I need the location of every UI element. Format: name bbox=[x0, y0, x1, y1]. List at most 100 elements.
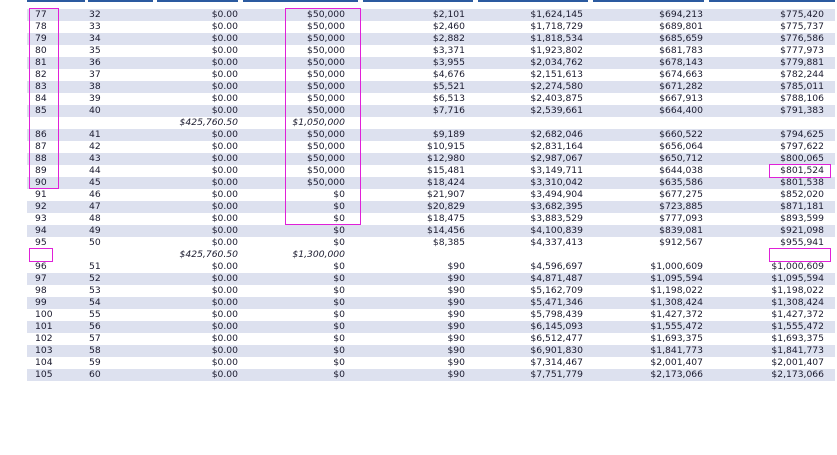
cell-c8: $1,427,372 bbox=[771, 309, 824, 320]
cell-c8: $2,001,407 bbox=[771, 357, 824, 368]
cell-c8: $776,586 bbox=[780, 33, 824, 44]
cell-age: 105 bbox=[35, 369, 53, 380]
cell-c3: $0.00 bbox=[211, 105, 238, 116]
table-row: 86 41 $0.00 $50,000 $9,189 $2,682,046 $660,522… bbox=[27, 129, 835, 141]
cell-c6: $5,471,346 bbox=[530, 297, 583, 308]
cell-c7: $1,095,594 bbox=[650, 273, 703, 284]
table-row: 89 44 $0.00 $50,000 $15,481 $3,149,711 $644,03… bbox=[27, 165, 835, 177]
table-row: 101 56 $0.00 $0 $90 $6,145,093 $1,555,472 $1,55… bbox=[27, 321, 835, 333]
table-row: 93 48 $0.00 $0 $18,475 $3,883,529 $777,093 $893… bbox=[27, 213, 835, 225]
cell-c5: $2,101 bbox=[432, 9, 465, 20]
cell-age: 90 bbox=[35, 177, 47, 188]
cell-c3: $0.00 bbox=[211, 309, 238, 320]
cell-age: 83 bbox=[35, 81, 47, 92]
cell-age: 89 bbox=[35, 165, 47, 176]
cell-c8: $800,065 bbox=[780, 153, 824, 164]
cell-c6: $6,145,093 bbox=[530, 321, 583, 332]
table-row: 96 51 $0.00 $0 $90 $4,596,697 $1,000,609 $1,000… bbox=[27, 261, 835, 273]
table-row: 99 54 $0.00 $0 $90 $5,471,346 $1,308,424 $1,308… bbox=[27, 297, 835, 309]
cell-year: 50 bbox=[89, 237, 101, 248]
cell-c5: $90 bbox=[447, 309, 465, 320]
cell-age: 88 bbox=[35, 153, 47, 164]
cell-year: 51 bbox=[89, 261, 101, 272]
cell-c4: $50,000 bbox=[307, 81, 345, 92]
cell-c7: $660,522 bbox=[659, 129, 703, 140]
cell-c4: $50,000 bbox=[307, 93, 345, 104]
cell-year: 57 bbox=[89, 333, 101, 344]
table-row: 82 37 $0.00 $50,000 $4,676 $2,151,613 $674,663… bbox=[27, 69, 835, 81]
cell-c4: $50,000 bbox=[307, 9, 345, 20]
cell-age: 79 bbox=[35, 33, 47, 44]
cell-c8: $794,625 bbox=[780, 129, 824, 140]
table-row: 92 47 $0.00 $0 $20,829 $3,682,395 $723,885 $871… bbox=[27, 201, 835, 213]
cell-c5: $90 bbox=[447, 357, 465, 368]
cell-c7: $677,275 bbox=[659, 189, 703, 200]
cell-c7: $1,308,424 bbox=[650, 297, 703, 308]
cell-year: 34 bbox=[89, 33, 101, 44]
cell-c8: $921,098 bbox=[780, 225, 824, 236]
cell-age: 95 bbox=[35, 237, 47, 248]
cell-c3: $0.00 bbox=[211, 261, 238, 272]
cell-c4: $50,000 bbox=[307, 105, 345, 116]
column-header-rule bbox=[709, 0, 835, 2]
cell-c4: $0 bbox=[333, 309, 345, 320]
cell-c3: $0.00 bbox=[211, 21, 238, 32]
cell-c4: $50,000 bbox=[307, 33, 345, 44]
cell-c6: $3,494,904 bbox=[530, 189, 583, 200]
column-header-rule bbox=[27, 0, 85, 2]
cell-c7: $839,081 bbox=[659, 225, 703, 236]
cell-c7: $694,213 bbox=[659, 9, 703, 20]
table-row: 102 57 $0.00 $0 $90 $6,512,477 $1,693,375 $1,69… bbox=[27, 333, 835, 345]
cell-c6: $7,314,467 bbox=[530, 357, 583, 368]
cell-c6: $4,871,487 bbox=[530, 273, 583, 284]
cell-c4: $0 bbox=[333, 321, 345, 332]
cell-c8: $779,881 bbox=[780, 57, 824, 68]
cell-c6: $2,034,762 bbox=[530, 57, 583, 68]
cell-c3: $0.00 bbox=[211, 33, 238, 44]
cell-c4: $50,000 bbox=[307, 129, 345, 140]
cell-year: 45 bbox=[89, 177, 101, 188]
cell-c8: $785,011 bbox=[780, 81, 824, 92]
cell-c5: $90 bbox=[447, 285, 465, 296]
cell-c7: $2,173,066 bbox=[650, 369, 703, 380]
cell-c3: $0.00 bbox=[211, 129, 238, 140]
cell-c7: $656,064 bbox=[659, 141, 703, 152]
cell-c4: $50,000 bbox=[307, 57, 345, 68]
table-row: 105 60 $0.00 $0 $90 $7,751,779 $2,173,066 $2,17… bbox=[27, 369, 835, 381]
table-row: 100 55 $0.00 $0 $90 $5,798,439 $1,427,372 $1,42… bbox=[27, 309, 835, 321]
cell-c5: $2,460 bbox=[432, 21, 465, 32]
cell-c6: $7,751,779 bbox=[530, 369, 583, 380]
cell-c6: $1,923,802 bbox=[530, 45, 583, 56]
cell-c7: $650,712 bbox=[659, 153, 703, 164]
table-row: 94 49 $0.00 $0 $14,456 $4,100,839 $839,081 $921… bbox=[27, 225, 835, 237]
cell-age: 93 bbox=[35, 213, 47, 224]
cell-age: 84 bbox=[35, 93, 47, 104]
cell-c4: $0 bbox=[333, 261, 345, 272]
cell-c7: $777,093 bbox=[659, 213, 703, 224]
cell-c6: $1,624,145 bbox=[530, 9, 583, 20]
cell-c7: $1,000,609 bbox=[650, 261, 703, 272]
cell-c4: $0 bbox=[333, 201, 345, 212]
cell-c5: $90 bbox=[447, 297, 465, 308]
cell-c4: $50,000 bbox=[307, 141, 345, 152]
cell-c5: $9,189 bbox=[432, 129, 465, 140]
cell-c5: $6,513 bbox=[432, 93, 465, 104]
cell-c7: $1,555,472 bbox=[650, 321, 703, 332]
cell-c7: $671,282 bbox=[659, 81, 703, 92]
cell-c4: $50,000 bbox=[307, 165, 345, 176]
cell-c5: $90 bbox=[447, 333, 465, 344]
cell-year: 52 bbox=[89, 273, 101, 284]
cell-c6: $3,310,042 bbox=[530, 177, 583, 188]
cell-c5: $4,676 bbox=[432, 69, 465, 80]
cell-year: 40 bbox=[89, 105, 101, 116]
cell-c3: $425,760.50 bbox=[179, 249, 238, 260]
cell-c7: $1,427,372 bbox=[650, 309, 703, 320]
cell-year: 44 bbox=[89, 165, 101, 176]
cell-age: 99 bbox=[35, 297, 47, 308]
cell-c3: $0.00 bbox=[211, 141, 238, 152]
cell-c7: $678,143 bbox=[659, 57, 703, 68]
cell-year: 55 bbox=[89, 309, 101, 320]
cell-year: 41 bbox=[89, 129, 101, 140]
cell-year: 36 bbox=[89, 57, 101, 68]
cell-c7: $1,198,022 bbox=[650, 285, 703, 296]
